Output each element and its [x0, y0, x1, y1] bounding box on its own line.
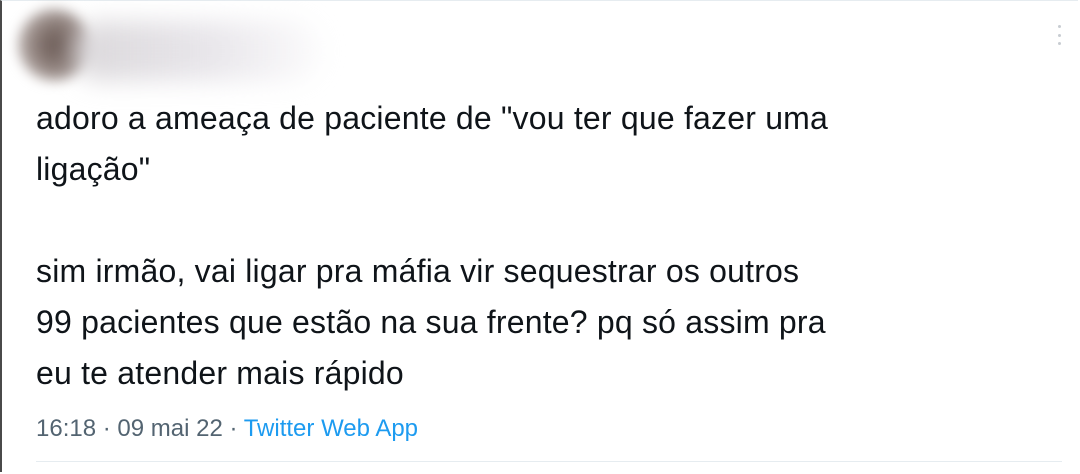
dot [1057, 33, 1061, 37]
tweet-source-link[interactable]: Twitter Web App [244, 415, 418, 442]
more-vertical-icon[interactable] [1056, 25, 1062, 45]
tweet-time[interactable]: 16:18 [36, 415, 96, 442]
tweet-date[interactable]: 09 mai 22 [117, 415, 222, 442]
tweet-text: adoro a ameaça de paciente de "vou ter q… [36, 93, 1066, 399]
dot [1057, 42, 1061, 45]
meta-separator: · [229, 415, 238, 442]
divider [36, 461, 1062, 462]
tweet-paragraph: sim irmão, vai ligar pra máfia vir seque… [36, 253, 826, 391]
tweet-card: adoro a ameaça de paciente de "vou ter q… [0, 0, 1078, 472]
dot [1057, 25, 1061, 28]
tweet-meta: 16:18 · 09 mai 22 · Twitter Web App [36, 413, 418, 445]
meta-separator: · [102, 415, 111, 442]
user-name-blurred[interactable] [72, 21, 322, 81]
tweet-paragraph: adoro a ameaça de paciente de "vou ter q… [36, 100, 829, 187]
